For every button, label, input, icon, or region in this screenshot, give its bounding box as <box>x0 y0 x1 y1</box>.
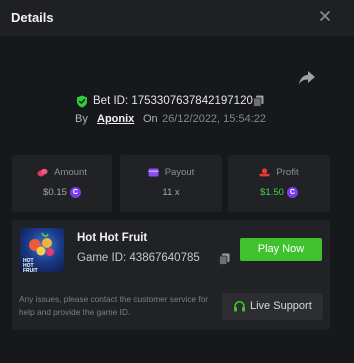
shield-check-icon <box>77 95 87 108</box>
money-icon <box>259 168 270 177</box>
dialog-header: Details <box>0 0 354 36</box>
live-support-label: Live Support <box>250 300 312 312</box>
copy-icon[interactable] <box>219 253 230 265</box>
profit-label: Profit <box>276 167 299 178</box>
game-name: Hot Hot Fruit <box>77 232 148 244</box>
amount-label: Amount <box>54 167 87 178</box>
currency-coin-icon: C <box>69 187 81 198</box>
payout-value: 11 x <box>162 187 180 198</box>
bet-id: Bet ID: 1753307637842197120 <box>93 95 253 107</box>
payout-label: Payout <box>164 167 195 178</box>
amount-value: $0.15 <box>43 187 67 198</box>
game-id: Game ID: 43867640785 <box>77 252 200 264</box>
close-icon[interactable] <box>318 9 332 23</box>
by-label: By <box>75 113 88 125</box>
stat-payout: Payout 11 x <box>120 155 222 212</box>
game-card: HOT HOT FRUIT Hot Hot Fruit Game ID: 438… <box>12 220 330 330</box>
live-support-button[interactable]: Live Support <box>222 293 323 320</box>
stat-amount: Amount $0.15 C <box>12 155 112 212</box>
game-thumbnail[interactable]: HOT HOT FRUIT <box>20 228 64 272</box>
wallet-icon <box>148 168 159 177</box>
stat-profit: Profit $1.50 C <box>228 155 330 212</box>
username-link[interactable]: Aponix <box>97 113 134 125</box>
headset-icon <box>234 300 245 312</box>
bet-meta-row: By Aponix On 26/12/2022, 15:54:22 <box>0 113 354 127</box>
copy-icon[interactable] <box>253 95 264 107</box>
on-label: On <box>143 113 158 125</box>
bet-datetime: 26/12/2022, 15:54:22 <box>162 113 266 125</box>
profit-value: $1.50 <box>260 187 284 198</box>
support-info-text: Any issues, please contact the customer … <box>19 294 209 317</box>
bet-id-row: Bet ID: 1753307637842197120 <box>0 94 354 110</box>
thumbnail-text: HOT HOT FRUIT <box>23 258 38 273</box>
play-now-button[interactable]: Play Now <box>240 238 322 261</box>
coins-icon <box>37 168 48 177</box>
dialog-title: Details <box>11 10 54 25</box>
currency-coin-icon: C <box>286 187 298 198</box>
share-icon[interactable] <box>298 70 316 86</box>
